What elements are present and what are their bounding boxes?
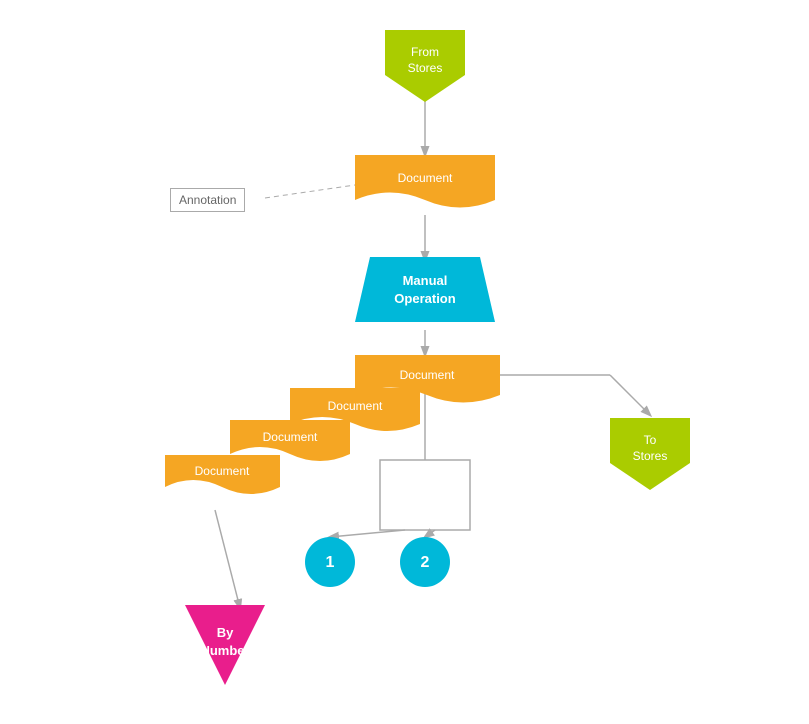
svg-text:To: To <box>644 433 657 447</box>
svg-text:Stores: Stores <box>633 449 668 463</box>
svg-text:1: 1 <box>326 554 335 571</box>
svg-text:Document: Document <box>263 430 318 444</box>
svg-text:Document: Document <box>400 368 455 382</box>
manual-operation-shape: Manual Operation <box>355 257 495 327</box>
diagram-container: From Stores Document Manual Operation Do… <box>0 0 809 724</box>
svg-text:Number: Number <box>200 643 249 658</box>
svg-text:2: 2 <box>421 554 430 571</box>
from-stores-shape: From Stores <box>385 30 465 107</box>
document1-shape: Document <box>355 155 495 220</box>
circle1-shape: 1 <box>305 537 355 592</box>
annotation-label: Annotation <box>179 193 236 207</box>
svg-text:Operation: Operation <box>394 291 455 306</box>
svg-text:From: From <box>411 45 439 59</box>
document5-shape: Document <box>165 455 280 506</box>
svg-text:Document: Document <box>398 171 453 185</box>
svg-text:By: By <box>217 625 234 640</box>
by-number-shape: By Number <box>185 605 265 690</box>
svg-text:Manual: Manual <box>403 273 448 288</box>
svg-text:Stores: Stores <box>408 61 443 75</box>
svg-text:Document: Document <box>328 399 383 413</box>
to-stores-shape: To Stores <box>610 418 690 495</box>
annotation-box: Annotation <box>170 188 245 212</box>
circle2-shape: 2 <box>400 537 450 592</box>
svg-text:Document: Document <box>195 464 250 478</box>
